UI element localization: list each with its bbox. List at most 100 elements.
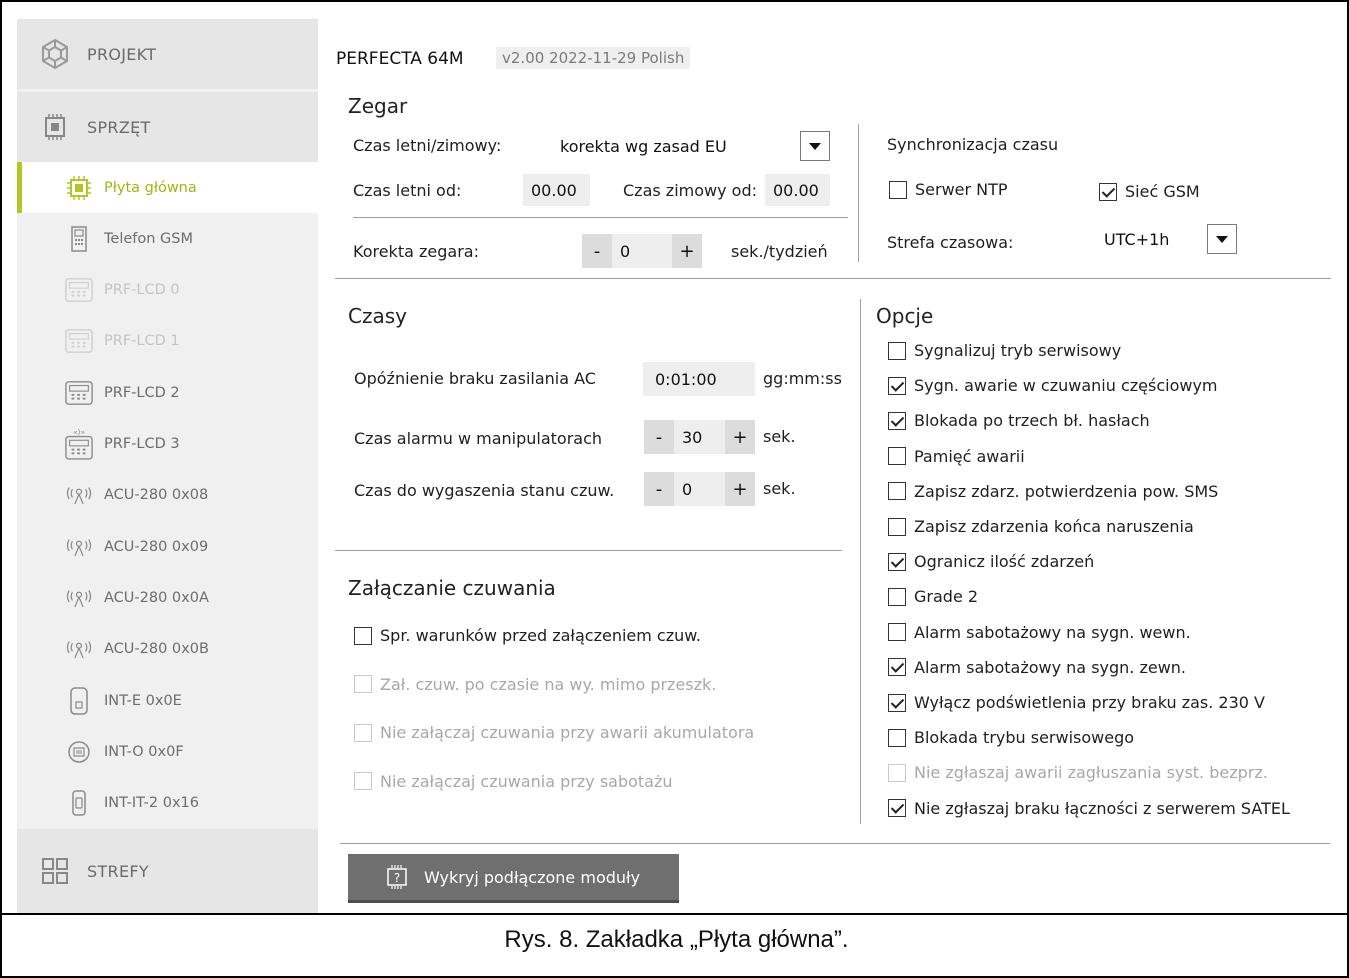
checkbox-box[interactable] — [889, 180, 907, 199]
option-checkbox[interactable]: Sygn. awarie w czuwaniu częściowym — [888, 376, 1218, 395]
option-checkbox[interactable]: Sygnalizuj tryb serwisowy — [888, 341, 1121, 360]
option-label: Sygnalizuj tryb serwisowy — [914, 341, 1122, 360]
clock-correction-value[interactable]: 0 — [612, 234, 672, 268]
ac-delay-unit: gg:mm:ss — [763, 369, 842, 388]
ntp-server-checkbox[interactable]: Serwer NTP — [889, 180, 1008, 199]
wireless-controller-icon — [65, 635, 93, 663]
option-label: Zapisz zdarz. potwierdzenia pow. SMS — [914, 481, 1219, 501]
checkbox-box[interactable] — [888, 728, 906, 747]
checkbox-box[interactable] — [888, 447, 906, 466]
checkbox-box[interactable] — [888, 799, 906, 818]
option-checkbox[interactable]: Grade 2 — [888, 587, 978, 606]
winter-time-label: Czas zimowy od: — [623, 181, 757, 200]
summer-time-input[interactable]: 00.00 — [523, 174, 590, 206]
checkbox-box[interactable] — [888, 341, 906, 360]
keypad-alarm-time-value[interactable]: 30 — [674, 420, 725, 454]
divider — [353, 217, 848, 218]
sidebar-item[interactable]: ACU-280 0x0B — [17, 624, 318, 675]
sidebar-section-hardware[interactable]: SPRZĘT — [17, 92, 318, 162]
wireless-controller-icon — [65, 481, 93, 509]
checkbox-box — [888, 763, 906, 782]
option-label: Zapisz zdarzenia końca naruszenia — [914, 517, 1194, 536]
option-label: Wyłącz podświetlenia przy braku zas. 230… — [914, 693, 1265, 712]
checkbox-box[interactable] — [888, 411, 906, 430]
options-section-title: Opcje — [876, 304, 934, 328]
checkbox-box[interactable] — [354, 626, 372, 645]
winter-time-input[interactable]: 00.00 — [765, 174, 830, 206]
sidebar-item[interactable]: PRF-LCD 2 — [17, 367, 318, 418]
sidebar-item[interactable]: ACU-280 0x08 — [17, 470, 318, 521]
keypad-alarm-time-stepper[interactable]: - 30 + — [644, 420, 755, 454]
option-checkbox[interactable]: Alarm sabotażowy na sygn. wewn. — [888, 623, 1191, 642]
winter-time-value: 00.00 — [773, 180, 819, 200]
option-checkbox[interactable]: Zapisz zdarz. potwierdzenia pow. SMS — [888, 482, 1218, 501]
sidebar-item[interactable]: PRF-LCD 0 — [17, 265, 318, 316]
sidebar-item-label: INT-IT-2 0x16 — [104, 795, 200, 812]
arming-section-title: Załączanie czuwania — [348, 576, 556, 600]
checkbox-box[interactable] — [888, 552, 906, 571]
sidebar-item[interactable]: ACU-280 0x0A — [17, 572, 318, 623]
checkbox-box[interactable] — [888, 376, 906, 395]
sidebar-item[interactable]: «)» PRF-LCD 3 — [17, 419, 318, 470]
sidebar-item[interactable]: PRF-LCD 1 — [17, 316, 318, 367]
sidebar-item[interactable]: INT-E 0x0E — [17, 675, 318, 726]
option-label: Nie załączaj czuwania przy sabotażu — [380, 771, 673, 791]
decrement-button[interactable]: - — [582, 234, 612, 268]
sidebar-item[interactable]: INT-O 0x0F — [17, 726, 318, 777]
figure-caption: Rys. 8. Zakładka „Płyta główna”. — [504, 926, 849, 953]
sidebar-item[interactable]: Płyta główna — [17, 162, 318, 213]
chevron-down-icon[interactable] — [1207, 224, 1237, 254]
checkbox-box[interactable] — [888, 658, 906, 677]
decrement-button[interactable]: - — [644, 472, 674, 506]
mainboard-icon — [65, 174, 93, 202]
option-label: Nie zgłaszaj braku łączności z serwerem … — [914, 798, 1290, 818]
arm-expire-time-value[interactable]: 0 — [674, 472, 725, 506]
increment-button[interactable]: + — [725, 420, 755, 454]
checkbox-box[interactable] — [888, 482, 906, 501]
decrement-button[interactable]: - — [644, 420, 674, 454]
sidebar-section-label: STREFY — [87, 861, 149, 881]
checkbox-box[interactable] — [888, 693, 906, 712]
wireless-controller-icon — [65, 533, 93, 561]
checkbox-box[interactable] — [1099, 182, 1117, 201]
divider — [335, 550, 842, 551]
increment-button[interactable]: + — [725, 472, 755, 506]
option-label: Spr. warunków przed załączeniem czuw. — [380, 626, 701, 645]
sidebar-item-label: ACU-280 0x08 — [104, 487, 209, 504]
sidebar-item-label: Płyta główna — [104, 179, 197, 196]
option-checkbox[interactable]: Zapisz zdarzenia końca naruszenia — [888, 517, 1194, 536]
checkbox-box[interactable] — [888, 587, 906, 606]
option-checkbox[interactable]: Wyłącz podświetlenia przy braku zas. 230… — [888, 693, 1265, 712]
sidebar-item[interactable]: INT-IT-2 0x16 — [17, 778, 318, 829]
timezone-select[interactable]: UTC+1h — [1096, 222, 1237, 256]
checkbox-box[interactable] — [888, 623, 906, 642]
svg-text:«)»: «)» — [73, 428, 85, 437]
dst-select[interactable]: korekta wg zasad EU — [553, 129, 830, 163]
ac-delay-input[interactable]: 0:01:00 — [643, 362, 755, 396]
option-checkbox[interactable]: Blokada po trzech bł. hasłach — [888, 411, 1150, 430]
option-checkbox[interactable]: Blokada trybu serwisowego — [888, 728, 1134, 747]
sidebar-item[interactable]: Telefon GSM — [17, 213, 318, 264]
option-label: Pamięć awarii — [914, 446, 1025, 466]
dst-select-value: korekta wg zasad EU — [560, 136, 727, 156]
clock-correction-unit: sek./tydzień — [731, 242, 828, 261]
keypad-icon — [65, 379, 93, 407]
keypad-alarm-time-label: Czas alarmu w manipulatorach — [354, 429, 603, 448]
gsm-network-checkbox[interactable]: Sieć GSM — [1099, 182, 1200, 201]
option-checkbox[interactable]: Pamięć awarii — [888, 447, 1025, 466]
detect-modules-button[interactable]: ? Wykryj podłączone moduły — [348, 854, 679, 903]
option-checkbox[interactable]: Alarm sabotażowy na sygn. zewn. — [888, 658, 1186, 677]
checkbox-box[interactable] — [888, 517, 906, 536]
arm-expire-time-stepper[interactable]: - 0 + — [644, 472, 755, 506]
option-checkbox[interactable]: Spr. warunków przed załączeniem czuw. — [354, 626, 701, 645]
sidebar-section-zones[interactable]: STREFY — [17, 829, 318, 913]
option-checkbox[interactable]: Nie zgłaszaj braku łączności z serwerem … — [888, 799, 1290, 818]
option-checkbox: Nie załączaj czuwania przy sabotażu — [354, 772, 673, 791]
increment-button[interactable]: + — [672, 234, 702, 268]
sidebar-item[interactable]: ACU-280 0x09 — [17, 521, 318, 572]
option-checkbox[interactable]: Ogranicz ilość zdarzeń — [888, 552, 1094, 571]
chevron-down-icon[interactable] — [800, 131, 830, 161]
clock-correction-stepper[interactable]: - 0 + — [582, 234, 702, 268]
divider — [858, 124, 859, 262]
sidebar-section-project[interactable]: PROJEKT — [17, 19, 318, 89]
